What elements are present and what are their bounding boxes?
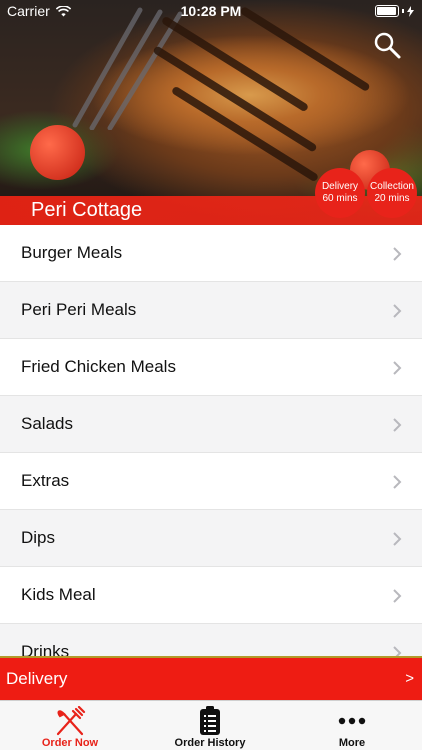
category-row-fried-chicken-meals[interactable]: Fried Chicken Meals (0, 339, 422, 396)
tab-label: Order Now (41, 737, 99, 749)
chevron-right-icon (393, 247, 402, 261)
category-label: Peri Peri Meals (21, 300, 137, 319)
category-label: Extras (21, 471, 70, 490)
category-row-extras[interactable]: Extras (0, 453, 422, 510)
delivery-mode-label: Delivery (6, 669, 68, 688)
category-label: Dips (21, 528, 56, 547)
status-time: 10:28 PM (180, 3, 242, 19)
collection-badge-label: Collection (370, 181, 414, 192)
chevron-right-icon (393, 589, 402, 603)
chevron-right-icon (393, 532, 402, 546)
category-row-peri-peri-meals[interactable]: Peri Peri Meals (0, 282, 422, 339)
category-list: Burger Meals Peri Peri Meals Fried Chick… (0, 225, 422, 656)
tab-bar: Order Now Order History More (0, 700, 422, 750)
category-row-kids-meal[interactable]: Kids Meal (0, 567, 422, 624)
chevron-right-icon (393, 475, 402, 489)
clipboard-list-icon (200, 706, 220, 735)
tab-label: More (338, 737, 366, 749)
category-row-dips[interactable]: Dips (0, 510, 422, 567)
chevron-right-icon (393, 304, 402, 318)
category-label: Kids Meal (21, 585, 96, 604)
chevron-right-icon (393, 646, 402, 656)
battery-icon (375, 5, 414, 17)
tab-label: Order History (174, 737, 246, 749)
category-row-salads[interactable]: Salads (0, 396, 422, 453)
status-bar: Carrier 10:28 PM (0, 0, 422, 22)
chevron-right-icon (393, 361, 402, 375)
chevron-right-icon (393, 418, 402, 432)
search-icon[interactable] (372, 30, 402, 60)
category-row-drinks[interactable]: Drinks (0, 624, 422, 656)
delivery-badge-label: Delivery (321, 181, 359, 192)
category-label: Drinks (21, 642, 70, 656)
ellipsis-icon (338, 717, 366, 725)
tab-more[interactable]: More (282, 701, 422, 751)
category-row-burger-meals[interactable]: Burger Meals (0, 225, 422, 282)
delivery-badge-time: 60 mins (322, 193, 358, 204)
collection-time-badge: Collection 20 mins (367, 168, 417, 218)
restaurant-name: Peri Cottage (31, 199, 143, 221)
fork-knife-icon (56, 706, 86, 736)
category-label: Burger Meals (21, 243, 123, 262)
collection-badge-time: 20 mins (374, 193, 410, 204)
tab-order-history[interactable]: Order History (140, 701, 280, 751)
category-label: Fried Chicken Meals (21, 357, 176, 376)
delivery-mode-bar[interactable]: Delivery > (0, 656, 422, 700)
category-label: Salads (21, 414, 73, 433)
delivery-mode-arrow: > (405, 670, 414, 687)
delivery-time-badge: Delivery 60 mins (315, 168, 365, 218)
tab-order-now[interactable]: Order Now (0, 701, 140, 751)
